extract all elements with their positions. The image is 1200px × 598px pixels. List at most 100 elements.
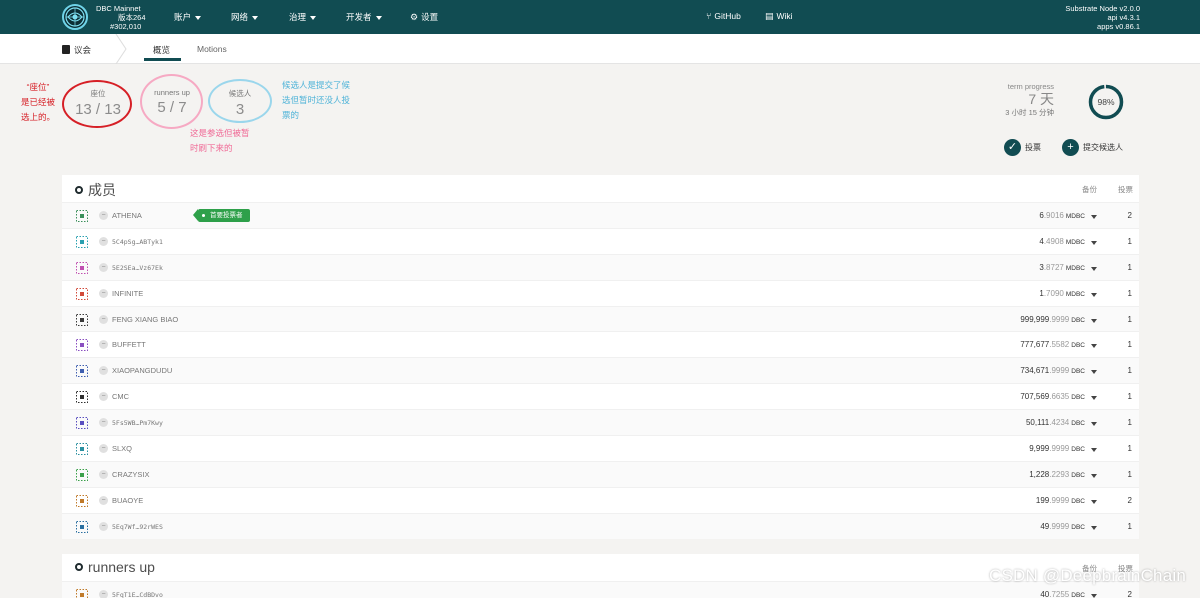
vote-button[interactable]: ✓ 投票 — [1004, 139, 1041, 156]
account-name[interactable]: SLXQ — [112, 444, 132, 453]
runners-value: 5 / 7 — [157, 99, 187, 116]
account-name[interactable]: INFINITE — [112, 289, 143, 298]
apps-version: apps v0.86.1 — [1097, 22, 1140, 31]
identity-status-icon: − — [99, 590, 108, 598]
runners-table: runners up 备份 投票 −5FqT1E…CdBDvo 40.7255 DB… — [62, 554, 1139, 598]
chevron-down-icon[interactable] — [1091, 594, 1097, 598]
identicon-icon[interactable] — [76, 235, 88, 248]
balance-decimal: .5582 — [1049, 340, 1070, 350]
submit-candidacy-button[interactable]: + 提交候选人 — [1062, 139, 1123, 156]
backing-balance: 199.9999 DBC — [1036, 496, 1085, 505]
chevron-down-icon[interactable] — [1091, 292, 1097, 297]
vote-button-label: 投票 — [1025, 143, 1041, 152]
identicon-icon[interactable] — [76, 210, 88, 222]
section-title-label: 议会 — [74, 45, 92, 55]
account-name[interactable]: 5FqT1E…CdBDvo — [112, 591, 163, 598]
account-name[interactable]: CRAZYSIX — [112, 470, 150, 479]
identicon-icon[interactable] — [76, 365, 88, 378]
seats-summary: 座位 13 / 13 — [70, 88, 126, 118]
chevron-down-icon[interactable] — [1091, 266, 1097, 271]
nav-governance[interactable]: 治理 — [289, 11, 317, 23]
account-name[interactable]: FENG XIANG BIAO — [112, 315, 178, 324]
col-backing: 备份 — [1082, 185, 1097, 194]
chevron-down-icon[interactable] — [1091, 240, 1097, 245]
nav-network[interactable]: 网络 — [231, 11, 259, 23]
identicon-icon[interactable] — [76, 391, 88, 404]
section-title: 议会 — [62, 44, 91, 56]
chevron-down-icon[interactable] — [1091, 344, 1097, 349]
identity-status-icon: − — [99, 495, 108, 505]
balance-unit: DBC — [1071, 446, 1085, 454]
account-name[interactable]: 5Fs5WB…Pm7Kwy — [112, 419, 163, 427]
account-name[interactable]: 5Eq7Wf…92rWES — [112, 523, 163, 531]
chevron-down-icon[interactable] — [1091, 396, 1097, 401]
members-title: 成员 — [75, 180, 116, 200]
table-row: −5E2SEa…Vz67Ek 3.8727 MDBC 1 — [62, 253, 1139, 280]
identicon-icon[interactable] — [76, 313, 88, 326]
nav-accounts[interactable]: 账户 — [174, 11, 202, 23]
chevron-down-icon — [252, 15, 259, 20]
account-name[interactable]: 5C4pSg…ABTyk1 — [112, 238, 163, 246]
seats-label: 座位 — [90, 89, 106, 98]
runners-rows: −5FqT1E…CdBDvo 40.7255 DBC 2 — [62, 581, 1139, 598]
chevron-down-icon — [310, 15, 317, 20]
nav-developer[interactable]: 开发者 — [346, 11, 382, 23]
identicon-icon[interactable] — [76, 468, 88, 481]
node-info: Substrate Node v2.0.0 api v4.3.1 apps v0… — [1065, 4, 1140, 31]
account-name[interactable]: BUFFETT — [112, 340, 146, 349]
balance-decimal: .4234 — [1049, 418, 1070, 428]
watermark: CSDN @DeepbrainChain — [988, 566, 1186, 585]
balance-integer: 707,569 — [1020, 392, 1050, 402]
identicon-icon[interactable] — [76, 287, 88, 300]
balance-integer: 734,671 — [1020, 366, 1050, 376]
nav-wiki[interactable]: ▤ Wiki — [765, 11, 793, 22]
balance-decimal: .8727 — [1043, 262, 1064, 272]
identicon-icon[interactable] — [76, 494, 88, 507]
chevron-down-icon[interactable] — [1091, 499, 1097, 504]
chevron-down-icon[interactable] — [1091, 525, 1097, 530]
candidates-annotation-line: 候选人是提交了候 — [282, 80, 351, 90]
table-row: − BUFFETT 777,677.5582 DBC 1 — [62, 331, 1139, 357]
identity-status-icon: − — [99, 521, 108, 531]
identity-status-icon: − — [99, 366, 108, 376]
chevron-down-icon[interactable] — [1091, 448, 1097, 453]
account-name[interactable]: XIAOPANGDUDU — [112, 366, 172, 375]
chevron-down-icon[interactable] — [1091, 370, 1097, 375]
identicon-icon[interactable] — [76, 261, 88, 274]
nav-github[interactable]: ⑂ GitHub — [706, 11, 741, 21]
tab-overview[interactable]: 概览 — [153, 44, 170, 56]
account-name[interactable]: 5E2SEa…Vz67Ek — [112, 264, 163, 272]
account-name[interactable]: ATHENA — [112, 211, 142, 220]
identicon-icon[interactable] — [76, 443, 88, 456]
chain-selector[interactable]: DBC Mainnet 版本264 #302,010 — [96, 4, 146, 31]
backing-balance: 1.7090 MDBC — [1039, 289, 1085, 298]
tab-motions[interactable]: Motions — [197, 44, 227, 54]
identicon-icon[interactable] — [76, 589, 88, 598]
council-book-icon — [62, 45, 70, 54]
active-tab-indicator — [144, 58, 181, 61]
check-icon: ✓ — [1004, 139, 1021, 156]
chain-logo-icon[interactable] — [62, 4, 88, 30]
chevron-down-icon[interactable] — [1091, 318, 1097, 323]
seats-annotation-line: “座位” — [26, 82, 50, 92]
identity-status-icon: − — [99, 418, 108, 428]
backing-balance: 49.9999 DBC — [1040, 522, 1085, 531]
breadcrumb-separator-icon — [115, 34, 127, 64]
nav-settings[interactable]: ⚙ 设置 — [410, 11, 438, 23]
vote-count: 1 — [1127, 314, 1132, 324]
identicon-icon[interactable] — [76, 417, 88, 430]
chevron-down-icon[interactable] — [1091, 422, 1097, 427]
account-name[interactable]: BUAOYE — [112, 496, 143, 505]
balance-integer: 777,677 — [1020, 340, 1050, 350]
balance-unit: DBC — [1071, 316, 1085, 324]
balance-decimal: .2293 — [1049, 469, 1070, 479]
account-name[interactable]: CMC — [112, 392, 129, 401]
prime-voter-badge: 首要投票者 — [193, 209, 250, 222]
nav-github-label: GitHub — [714, 11, 741, 21]
identicon-icon[interactable] — [76, 339, 88, 352]
chevron-down-icon[interactable] — [1091, 473, 1097, 478]
balance-unit: DBC — [1071, 394, 1085, 402]
chevron-down-icon[interactable] — [1091, 215, 1097, 219]
balance-decimal: .6635 — [1049, 392, 1070, 402]
identicon-icon[interactable] — [76, 520, 88, 533]
